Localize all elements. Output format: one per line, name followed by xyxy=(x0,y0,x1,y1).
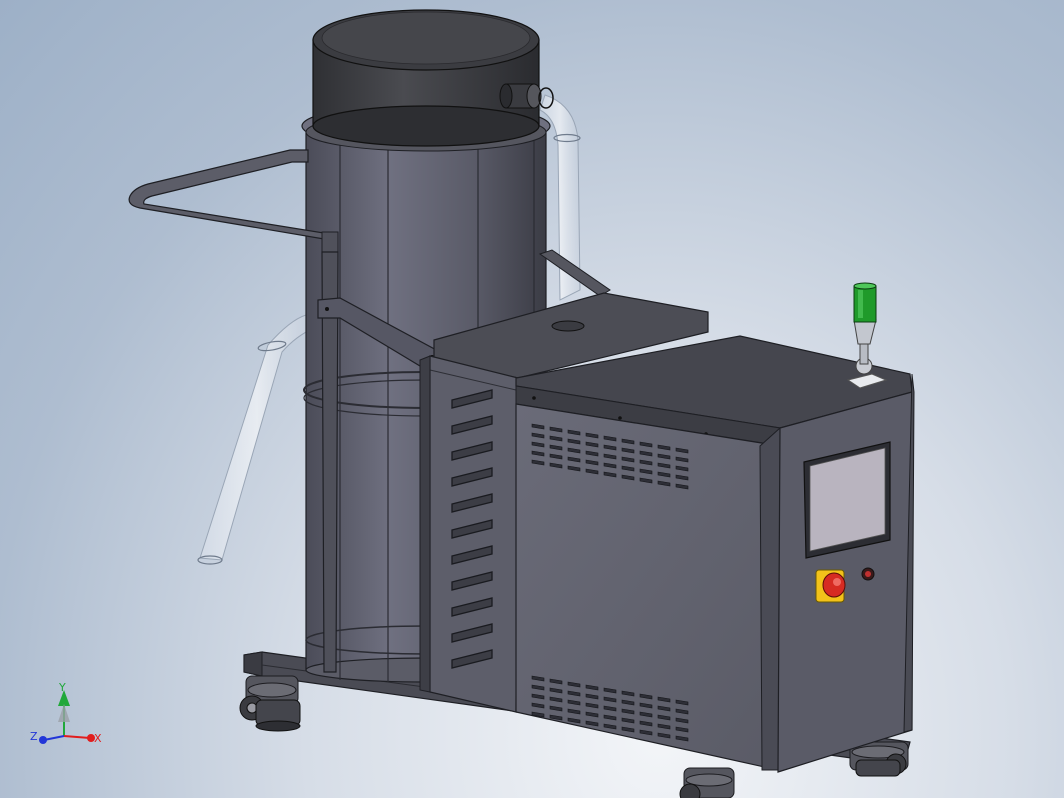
3d-viewport[interactable]: Y X Z xyxy=(0,0,1064,798)
emergency-stop-button[interactable] xyxy=(815,569,846,603)
power-indicator-button[interactable] xyxy=(861,567,875,581)
hose-pipe-left xyxy=(197,314,315,565)
caster-front-left xyxy=(239,675,301,732)
coordinate-axis-triad: Y X Z xyxy=(30,681,102,745)
hmi-touch-screen[interactable] xyxy=(803,441,891,559)
axis-y-label: Y xyxy=(58,681,66,694)
control-cabinet xyxy=(515,335,915,773)
axis-z-label: Z xyxy=(30,730,38,743)
vacuum-cleaner-model[interactable]: Y X Z xyxy=(0,0,1064,798)
axis-x-label: X xyxy=(94,732,102,745)
caster-front-right xyxy=(679,767,735,798)
motor-head-cap xyxy=(312,9,540,147)
